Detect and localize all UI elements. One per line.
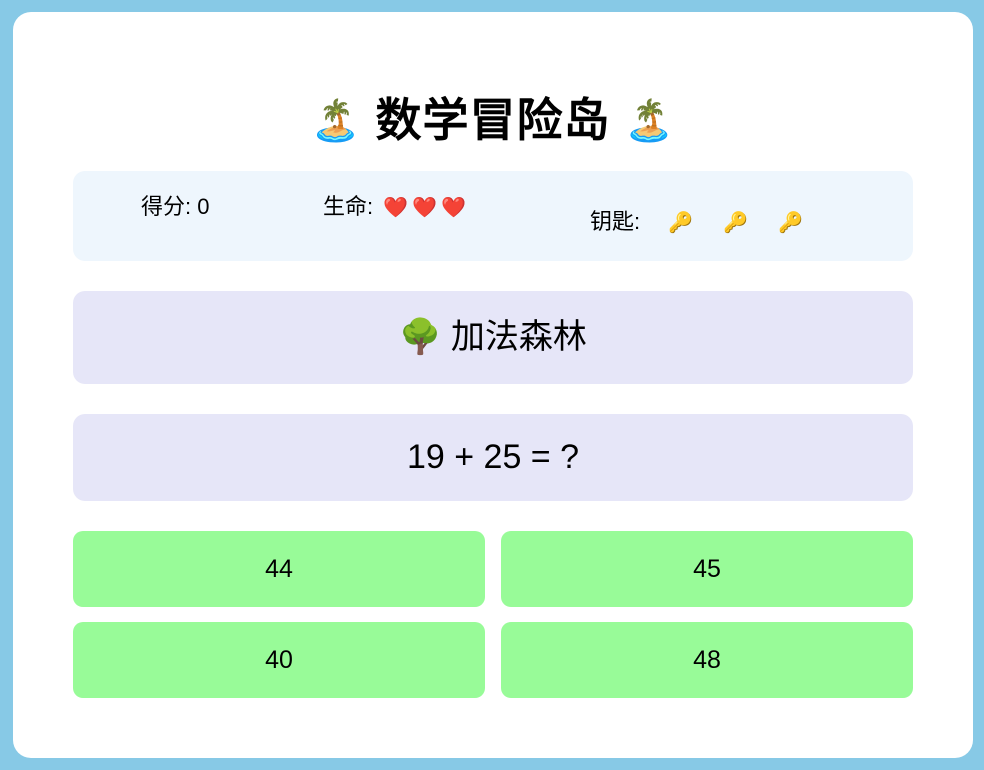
- game-card: 🏝️ 数学冒险岛 🏝️ 得分: 0 生命: ❤️ ❤️ ❤️ 钥匙: 🔑 🔑 🔑 🌳 加…: [13, 12, 973, 758]
- level-name: 加法森林: [450, 318, 587, 356]
- stats-panel: 得分: 0 生命: ❤️ ❤️ ❤️ 钥匙: 🔑 🔑 🔑: [73, 171, 913, 261]
- key-icon: 🔑: [723, 212, 749, 234]
- game-title: 🏝️ 数学冒险岛 🏝️: [13, 90, 973, 151]
- island-icon-left: 🏝️: [310, 99, 362, 143]
- answer-button[interactable]: 48: [501, 622, 913, 698]
- key-icon: 🔑: [668, 212, 694, 234]
- level-banner: 🌳 加法森林: [73, 291, 913, 384]
- island-icon-right: 🏝️: [624, 99, 676, 143]
- keys-display: 钥匙: 🔑 🔑 🔑: [590, 204, 803, 236]
- lives-display: 生命: ❤️ ❤️ ❤️: [323, 189, 466, 221]
- keys-group: 🔑 🔑 🔑: [646, 209, 803, 234]
- heart-icon: ❤️: [383, 197, 409, 219]
- answer-button[interactable]: 40: [73, 622, 485, 698]
- heart-icon: ❤️: [412, 197, 438, 219]
- question-panel: 19 + 25 = ?: [73, 414, 913, 501]
- heart-icon: ❤️: [441, 197, 466, 219]
- lives-label: 生命:: [323, 194, 374, 219]
- answer-button[interactable]: 44: [73, 531, 485, 607]
- answer-button[interactable]: 45: [501, 531, 913, 607]
- hearts-group: ❤️ ❤️ ❤️: [379, 194, 466, 219]
- keys-label: 钥匙:: [590, 209, 641, 234]
- score-display: 得分: 0: [141, 194, 210, 219]
- tree-icon: 🌳: [399, 318, 442, 356]
- title-text: 数学冒险岛: [375, 94, 611, 146]
- key-icon: 🔑: [778, 212, 803, 234]
